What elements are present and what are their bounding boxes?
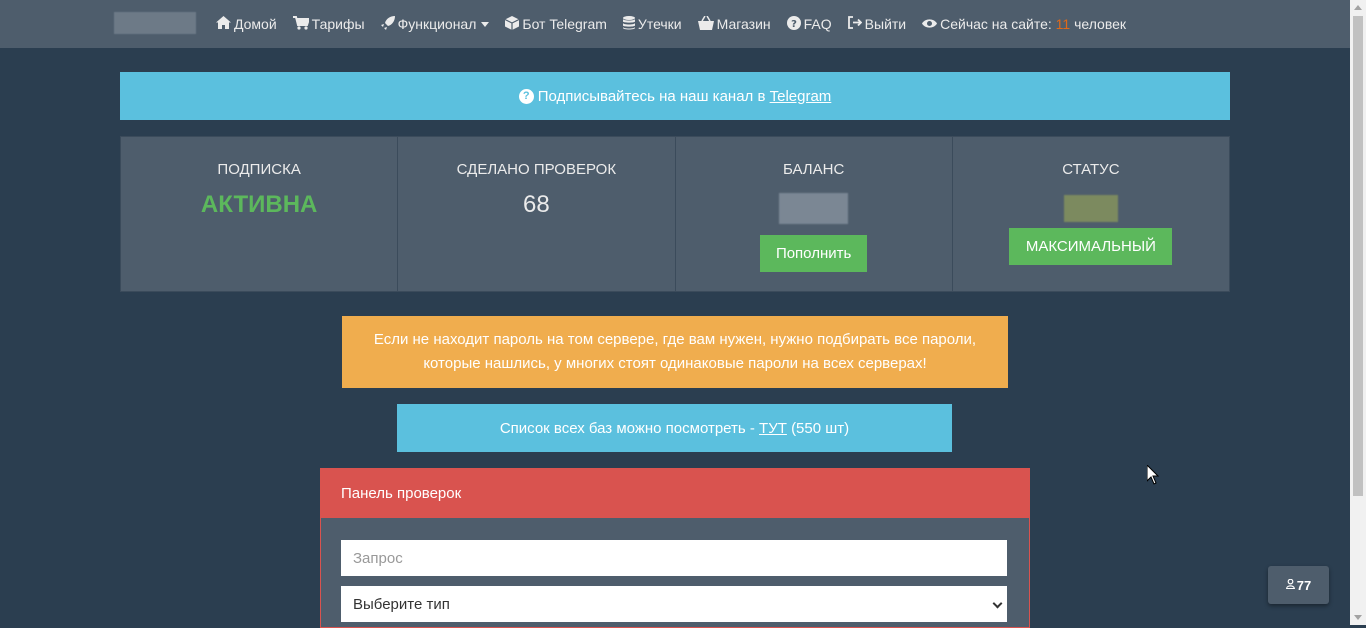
topup-button[interactable]: Пополнить [760,235,868,272]
telegram-link[interactable]: Telegram [770,88,832,105]
home-icon [216,16,231,32]
online-users-badge[interactable]: 77 [1268,566,1329,604]
question-circle-icon: ? [786,15,801,33]
stat-title: ПОДПИСКА [217,161,301,178]
balance-value-redacted [779,193,849,224]
nav-item-label: Бот Telegram [522,16,607,32]
chevron-down-icon [481,21,490,27]
bases-suffix: (550 шт) [791,419,850,437]
nav-item-logout[interactable]: Выйти [847,16,907,32]
type-select[interactable]: Выберите тип [341,586,1007,622]
cube-icon [505,15,520,33]
telegram-banner: ? Подписывайтесь на наш канал в Telegram [120,72,1230,120]
online-counter: Сейчас на сайте: 11 человек [922,16,1126,32]
stat-status: СТАТУС МАКСИМАЛЬНЫЙ [952,137,1229,291]
stats-panel: ПОДПИСКА АКТИВНА СДЕЛАНО ПРОВЕРОК 68 БАЛ… [120,136,1230,292]
nav-item-label: Домой [234,16,277,32]
stat-balance: БАЛАНС Пополнить [675,137,953,291]
query-input[interactable]: Запрос [341,540,1007,576]
nav-item-label: Утечки [637,16,682,32]
nav-item-label: FAQ [803,16,832,32]
password-warning: Если не находит пароль на том сервере, г… [342,316,1008,388]
warning-line-1: Если не находит пароль на том сервере, г… [373,331,977,348]
status-max-button[interactable]: МАКСИМАЛЬНЫЙ [1009,228,1173,265]
checks-count: 68 [523,191,550,218]
nav-item-label: Магазин [716,16,771,32]
stat-checks: СДЕЛАНО ПРОВЕРОК 68 [398,137,676,291]
rocket-icon [380,15,395,33]
scroll-down-arrow-icon[interactable] [1354,615,1362,620]
stat-title: БАЛАНС [782,161,845,178]
stat-title: СТАТУС [1062,161,1120,178]
chevron-down-icon [992,598,1003,609]
nav-menu: Домой Тарифы Функционал Бот Telegram Уте… [216,0,1142,48]
nav-item-home[interactable]: Домой [216,16,277,32]
nav-item-shop[interactable]: Магазин [697,15,771,33]
check-panel-title: Панель проверок [321,469,1029,518]
online-prefix: Сейчас на сайте: [940,16,1052,32]
bases-prefix: Список всех баз можно посмотреть - [499,419,755,437]
logo[interactable] [114,12,196,34]
nav-item-label: Тарифы [311,16,365,32]
status-value-redacted [1063,195,1118,222]
scroll-up-arrow-icon[interactable] [1354,5,1362,10]
nav-item-leaks[interactable]: Утечки [622,15,682,33]
online-count: 11 [1055,16,1071,32]
navbar: Домой Тарифы Функционал Бот Telegram Уте… [0,0,1350,48]
nav-item-label: Функционал [397,16,477,32]
nav-item-faq[interactable]: ? FAQ [786,15,832,33]
nav-item-tariffs[interactable]: Тарифы [292,15,365,33]
database-icon [622,15,635,33]
type-select-value: Выберите тип [353,595,450,613]
bases-banner: Список всех баз можно посмотреть - ТУТ (… [397,404,952,452]
telegram-banner-text: Подписывайтесь на наш канал в [537,87,766,105]
scroll-thumb[interactable] [1353,16,1363,496]
mouse-cursor-icon [1146,463,1160,490]
bases-link[interactable]: ТУТ [759,420,787,437]
check-panel: Панель проверок Запрос Выберите тип [320,468,1030,628]
subscription-status: АКТИВНА [200,191,318,218]
online-suffix: человек [1074,16,1127,32]
cart-icon [292,15,311,33]
online-users-count: 77 [1296,577,1312,593]
nav-item-features[interactable]: Функционал [380,15,490,33]
eye-icon [922,16,938,32]
svg-text:?: ? [791,19,797,30]
question-circle-icon: ? [518,88,534,104]
user-icon [1285,578,1295,592]
sign-out-icon [847,16,862,32]
page-scrollbar[interactable] [1350,0,1366,625]
stat-title: СДЕЛАНО ПРОВЕРОК [456,161,617,178]
nav-item-label: Выйти [864,16,907,32]
stat-subscription: ПОДПИСКА АКТИВНА [121,137,399,291]
basket-icon [697,15,714,33]
nav-item-telegram-bot[interactable]: Бот Telegram [505,15,607,33]
warning-line-2: которые нашлись, у многих стоят одинаков… [423,355,927,372]
